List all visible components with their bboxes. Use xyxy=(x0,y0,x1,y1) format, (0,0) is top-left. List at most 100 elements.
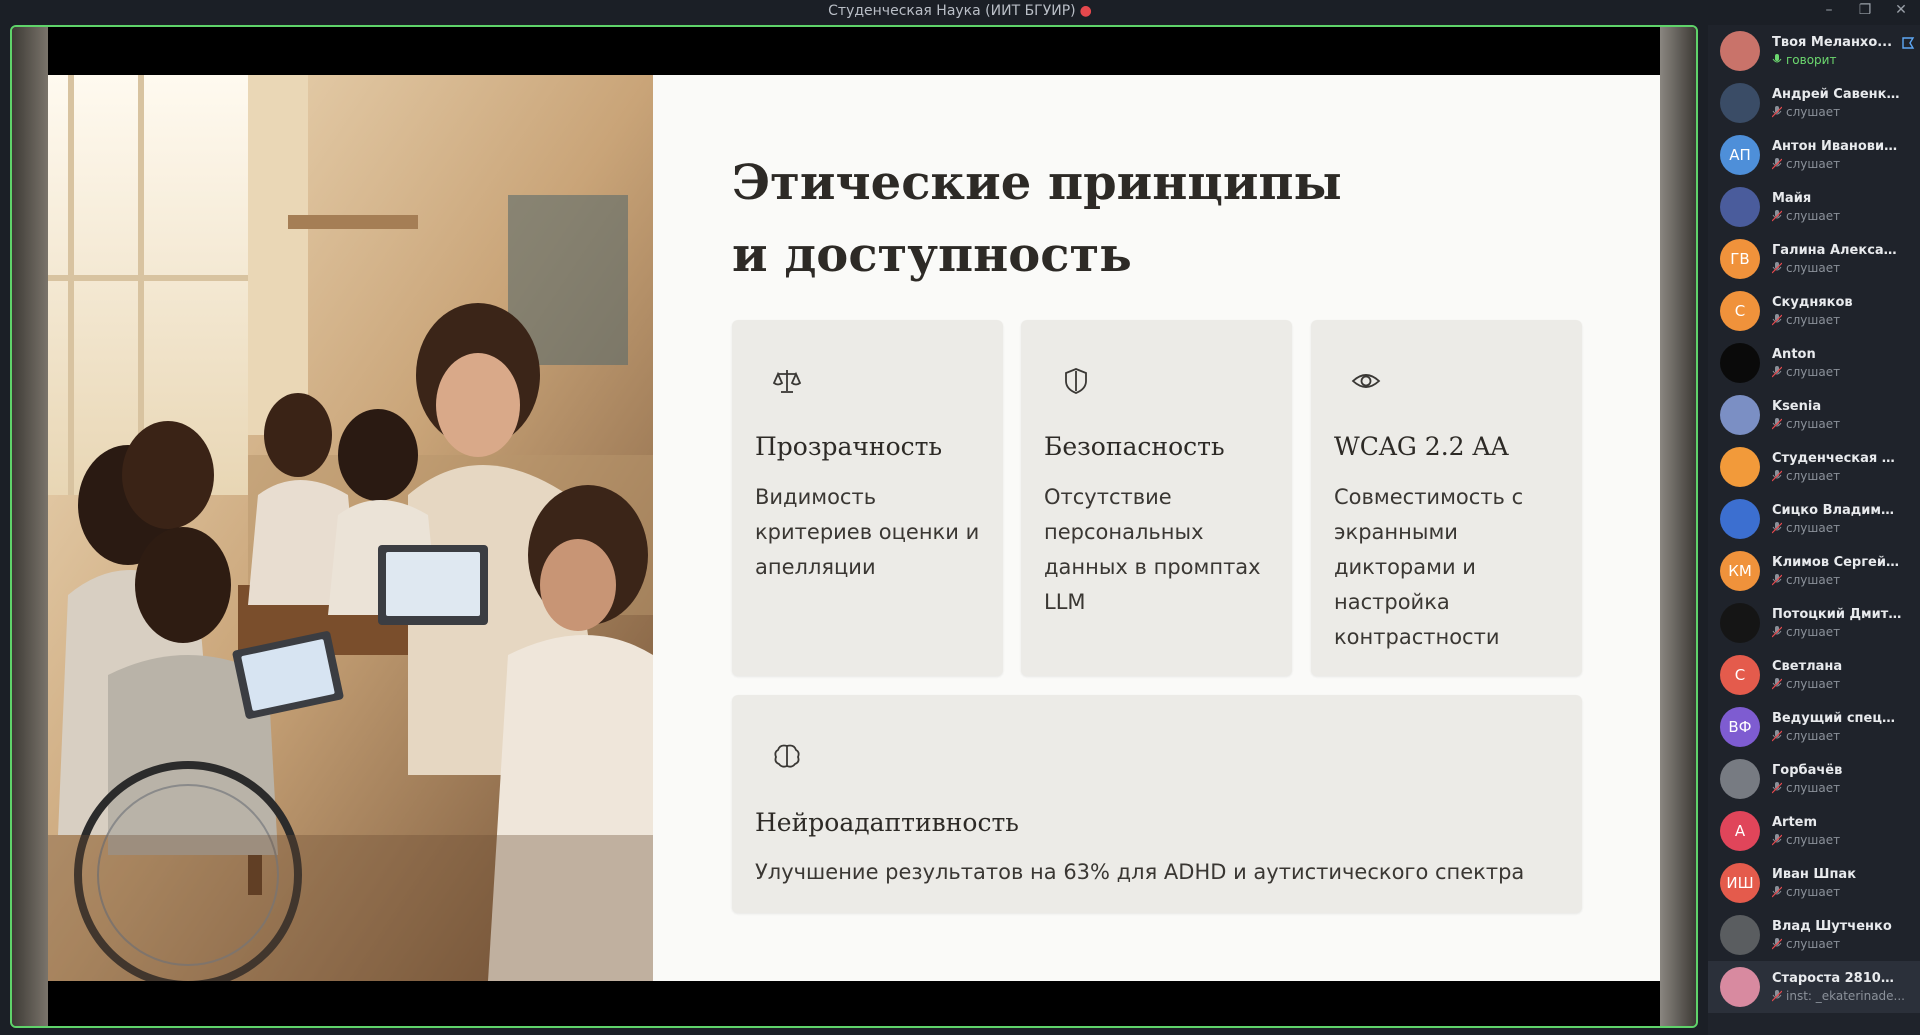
participant-status: слушает xyxy=(1772,157,1902,171)
avatar xyxy=(1720,187,1760,227)
avatar xyxy=(1720,343,1760,383)
mic-muted-icon xyxy=(1772,106,1782,118)
participant-status-text: слушает xyxy=(1786,521,1841,535)
participant-item[interactable]: ГВ Галина Александ... слушает xyxy=(1708,233,1920,285)
participant-status: слушает xyxy=(1772,365,1902,379)
mic-muted-icon xyxy=(1772,886,1782,898)
participant-name: Скудняков xyxy=(1772,295,1853,310)
participant-name: Ведущий специа... xyxy=(1772,711,1902,726)
participant-status-text: слушает xyxy=(1786,105,1841,119)
mic-muted-icon xyxy=(1772,210,1782,222)
participant-status: inst: _ekaterinade... xyxy=(1772,989,1905,1003)
card-transparency: Прозрачность Видимость критериев оценки … xyxy=(732,320,1003,676)
participant-name: Светлана xyxy=(1772,659,1843,674)
avatar xyxy=(1720,967,1760,1007)
participant-status-text: слушает xyxy=(1786,833,1841,847)
participant-name: Ksenia xyxy=(1772,399,1822,414)
participant-item[interactable]: ВФ Ведущий специа... слушает xyxy=(1708,701,1920,753)
participant-item[interactable]: Твоя Меланхо... говорит xyxy=(1708,25,1920,77)
card-title: Безопасность xyxy=(1044,432,1225,461)
mic-muted-icon xyxy=(1772,158,1782,170)
participant-item[interactable]: АП Антон Иванович ... слушает xyxy=(1708,129,1920,181)
window-title: Студенческая Наука (ИИТ БГУИР) ● xyxy=(0,3,1920,19)
participant-status: слушает xyxy=(1772,625,1902,639)
participant-info: Потоцкий Дмитр... слушает xyxy=(1772,607,1902,639)
participant-name: Климов Сергей М... xyxy=(1772,555,1902,570)
avatar: С xyxy=(1720,655,1760,695)
card-wcag: WCAG 2.2 AA Совместимость с экранными ди… xyxy=(1311,320,1582,676)
avatar xyxy=(1720,499,1760,539)
participant-name: Горбачёв xyxy=(1772,763,1843,778)
participant-status-text: inst: _ekaterinade... xyxy=(1786,989,1905,1003)
participant-status-text: слушает xyxy=(1786,365,1841,379)
participant-status: слушает xyxy=(1772,469,1902,483)
participant-info: Твоя Меланхо... говорит xyxy=(1772,35,1902,67)
close-button[interactable]: ✕ xyxy=(1892,2,1910,18)
classroom-illustration xyxy=(48,75,653,981)
participant-item[interactable]: Староста 281074 Е... inst: _ekaterinade..… xyxy=(1708,961,1920,1013)
participant-name: Влад Шутченко xyxy=(1772,919,1892,934)
participant-item[interactable]: Ksenia слушает xyxy=(1708,389,1920,441)
participant-status-text: слушает xyxy=(1786,625,1841,639)
avatar: ИШ xyxy=(1720,863,1760,903)
participant-item[interactable]: С Светлана слушает xyxy=(1708,649,1920,701)
participant-info: Студенческая Нау... слушает xyxy=(1772,451,1902,483)
presentation-slide: Этические принципы и доступность Прозрач… xyxy=(48,75,1660,981)
participant-item[interactable]: Горбачёв слушает xyxy=(1708,753,1920,805)
mic-muted-icon xyxy=(1772,366,1782,378)
shared-screen: Этические принципы и доступность Прозрач… xyxy=(48,27,1660,1026)
mic-muted-icon xyxy=(1772,678,1782,690)
participant-info: Ksenia слушает xyxy=(1772,399,1902,431)
participant-item[interactable]: КМ Климов Сергей М... слушает xyxy=(1708,545,1920,597)
classroom-photo xyxy=(48,75,653,981)
participant-item[interactable]: Потоцкий Дмитр... слушает xyxy=(1708,597,1920,649)
participant-status: слушает xyxy=(1772,417,1902,431)
card-security: Безопасность Отсутствие персональных дан… xyxy=(1021,320,1292,676)
window-controls: – ❐ ✕ xyxy=(1820,2,1910,18)
avatar xyxy=(1720,31,1760,71)
participant-info: Влад Шутченко слушает xyxy=(1772,919,1902,951)
participants-sidebar[interactable]: Твоя Меланхо... говорит Андрей Савенко ...… xyxy=(1708,25,1920,1035)
participant-status: слушает xyxy=(1772,937,1902,951)
participant-info: Anton слушает xyxy=(1772,347,1902,379)
slide-content: Этические принципы и доступность Прозрач… xyxy=(653,75,1660,981)
participant-item[interactable]: Андрей Савенко ... слушает xyxy=(1708,77,1920,129)
participant-status-text: слушает xyxy=(1786,677,1841,691)
avatar: С xyxy=(1720,291,1760,331)
participant-status-text: слушает xyxy=(1786,573,1841,587)
participant-item[interactable]: ИШ Иван Шпак слушает xyxy=(1708,857,1920,909)
participant-item[interactable]: Сицко Владимир ... слушает xyxy=(1708,493,1920,545)
participants-list: Твоя Меланхо... говорит Андрей Савенко ...… xyxy=(1708,25,1920,1013)
participant-status: слушает xyxy=(1772,209,1902,223)
participant-item[interactable]: Anton слушает xyxy=(1708,337,1920,389)
card-description: Видимость критериев оценки и апелляции xyxy=(755,485,980,579)
recording-indicator: ● xyxy=(1079,3,1092,19)
mic-muted-icon xyxy=(1772,938,1782,950)
card-description: Отсутствие персональных данных в промпта… xyxy=(1044,485,1261,614)
participant-name: Сицко Владимир ... xyxy=(1772,503,1902,518)
card-neuroadaptivity: Нейроадаптивность Улучшение результатов … xyxy=(732,695,1582,913)
mic-on-icon xyxy=(1772,54,1782,63)
participant-info: Artem слушает xyxy=(1772,815,1902,847)
participant-status: говорит xyxy=(1772,53,1902,67)
participant-status-text: слушает xyxy=(1786,469,1841,483)
participant-name: Потоцкий Дмитр... xyxy=(1772,607,1902,622)
participant-item[interactable]: А Artem слушает xyxy=(1708,805,1920,857)
participant-item[interactable]: Майя слушает xyxy=(1708,181,1920,233)
participant-item[interactable]: Студенческая Нау... слушает xyxy=(1708,441,1920,493)
minimize-button[interactable]: – xyxy=(1820,2,1838,18)
participant-name: Антон Иванович ... xyxy=(1772,139,1902,154)
pin-icon[interactable] xyxy=(1900,35,1916,51)
participant-status: слушает xyxy=(1772,833,1902,847)
avatar: КМ xyxy=(1720,551,1760,591)
participant-status-text: слушает xyxy=(1786,209,1841,223)
restore-button[interactable]: ❐ xyxy=(1856,2,1874,18)
participant-name: Студенческая Нау... xyxy=(1772,451,1902,466)
participant-info: Староста 281074 Е... inst: _ekaterinade..… xyxy=(1772,971,1905,1003)
participant-item[interactable]: Влад Шутченко слушает xyxy=(1708,909,1920,961)
window-title-text: Студенческая Наука (ИИТ БГУИР) xyxy=(828,3,1076,19)
screen-share-view[interactable]: Этические принципы и доступность Прозрач… xyxy=(10,25,1698,1028)
avatar xyxy=(1720,759,1760,799)
participant-item[interactable]: С Скудняков слушает xyxy=(1708,285,1920,337)
mic-muted-icon xyxy=(1772,418,1782,430)
